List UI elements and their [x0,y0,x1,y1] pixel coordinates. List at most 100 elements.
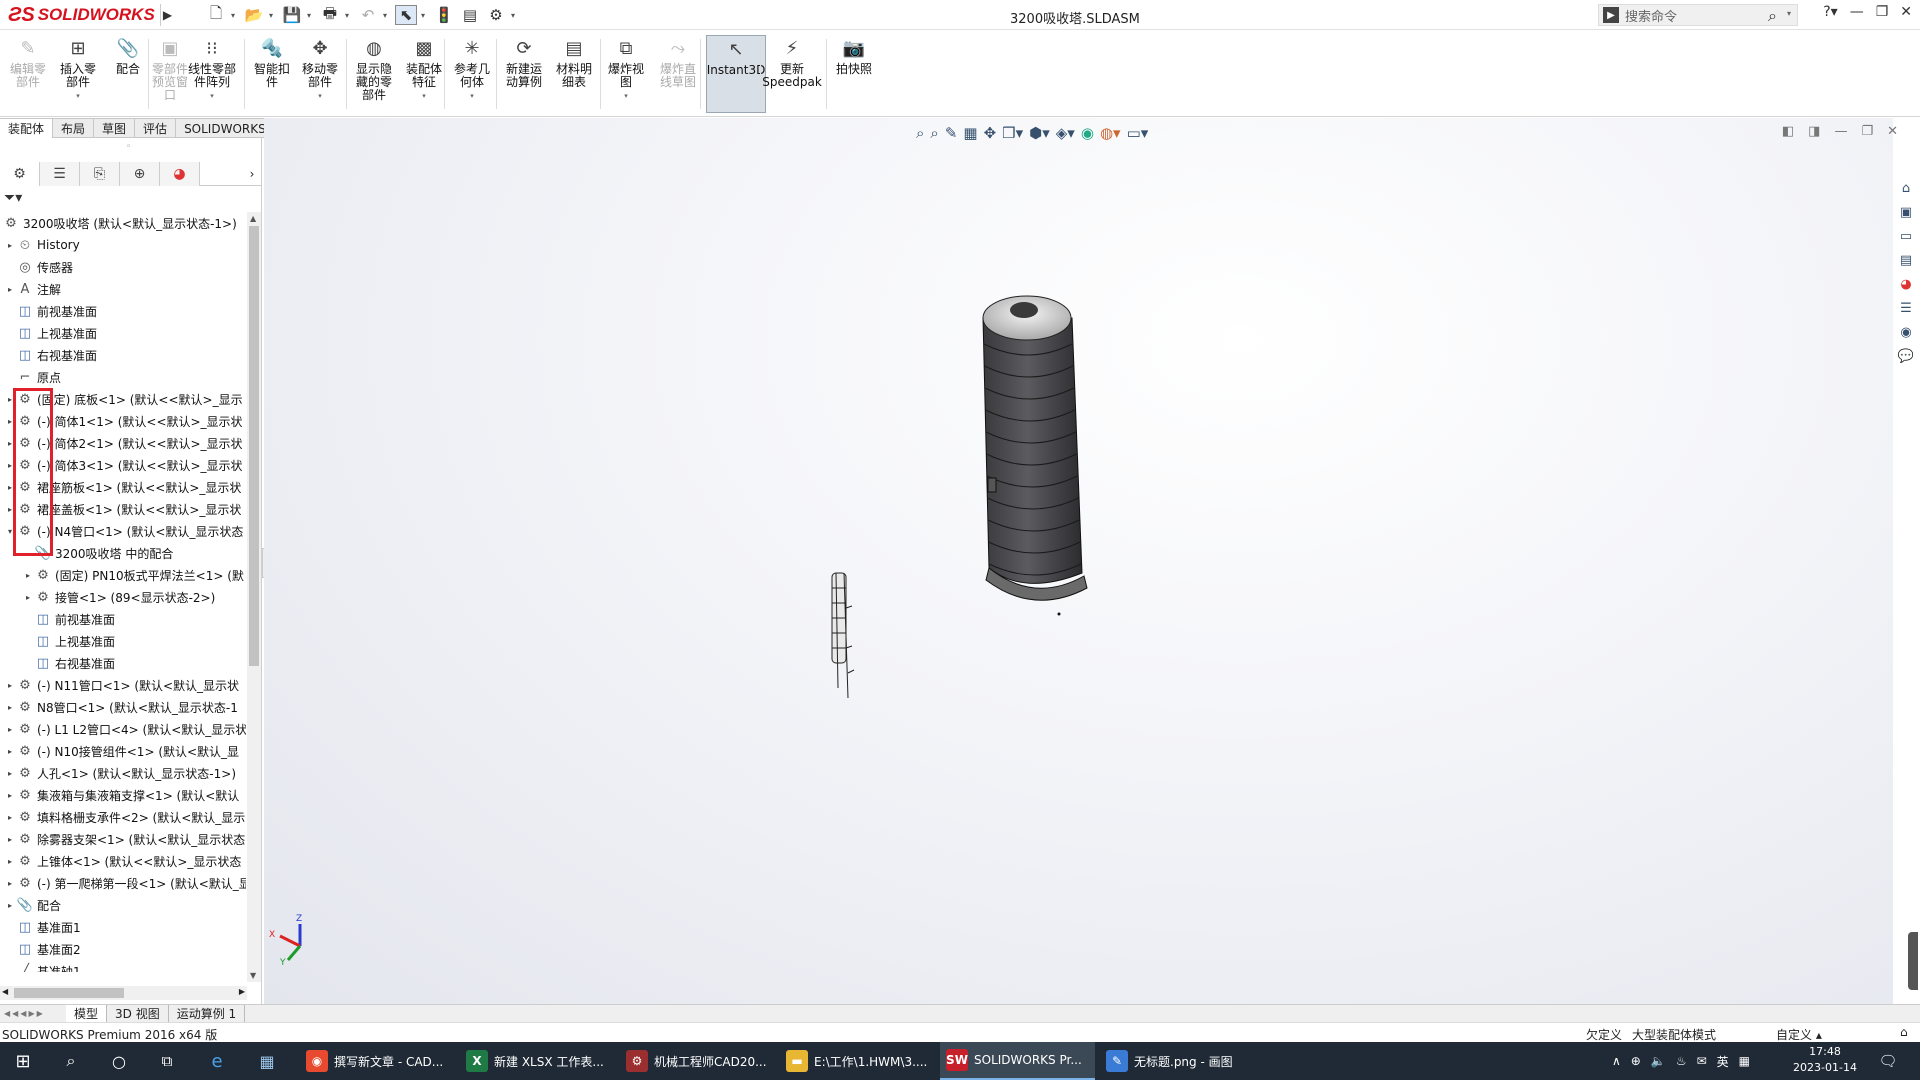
file-explorer-icon[interactable]: ▭ [1895,226,1917,246]
feature-manager-tab-icon[interactable]: ⚙ [0,162,40,186]
appearances-icon[interactable]: ◕ [1895,274,1917,294]
options-gear-icon[interactable]: ⚙ [485,5,507,25]
edge-ie-icon[interactable]: e [202,1042,232,1080]
tree-horizontal-scrollbar[interactable]: ◀ ▶ [0,986,247,1000]
tree-item[interactable]: ▸ ⚙ 上锥体<1> (默认<<默认>_显示状态 [4,850,241,872]
ribbon-button-preview-window[interactable]: ▣ 零部件 预览窗 口 [146,35,194,113]
undo-dropdown-icon[interactable]: ▾ [383,11,391,20]
scroll-left-icon[interactable]: ◀ [2,987,8,996]
apply-scene-icon[interactable]: ◍▾ [1100,124,1121,142]
scroll-right-icon[interactable]: ▶ [239,987,245,996]
menu-expand-arrow[interactable]: ▶ [160,4,174,26]
viewport-minimize-icon[interactable]: — [1834,124,1847,139]
tree-item[interactable]: ◫ 基准面1 [4,916,81,938]
tree-item[interactable]: ◫ 前视基准面 [4,300,97,322]
expand-toggle-icon[interactable]: ▸ [22,571,34,580]
ribbon-button-linear-pattern[interactable]: ⁝⁝ 线性零部 件阵列 ▾ [188,35,236,113]
save-dropdown-icon[interactable]: ▾ [307,11,315,20]
action-center-icon[interactable]: 🗨 [1870,1042,1906,1080]
display-style-icon[interactable]: ⬢▾ [1029,124,1050,142]
tree-item[interactable]: ◫ 上视基准面 [4,322,97,344]
solidworks-logo[interactable]: ƧS SOLIDWORKS [8,3,155,27]
expand-toggle-icon[interactable]: ▸ [4,901,16,910]
cortana-icon[interactable]: ○ [104,1042,134,1080]
tree-item[interactable]: ◫ 上视基准面 [22,630,115,652]
tree-item[interactable]: ▸ ⚙ 人孔<1> (默认<默认_显示状态-1>) [4,762,236,784]
tree-item[interactable]: ▸ ⚙ (-) N10接管组件<1> (默认<默认_显 [4,740,239,762]
ribbon-dropdown-icon[interactable]: ▾ [76,90,80,103]
ladder-model[interactable] [831,572,855,699]
tree-item[interactable]: ▸ ⚙ 集液箱与集液箱支撑<1> (默认<默认 [4,784,239,806]
taskbar-app-folder[interactable]: ▬ E:\工作\1.HWM\3.... [780,1042,935,1080]
dimxpert-tab-icon[interactable]: ⊕ [120,162,160,186]
open-dropdown-icon[interactable]: ▾ [269,11,277,20]
search-input[interactable]: 搜索命令 [1625,6,1677,25]
taskbar-app-chrome[interactable]: ◉ 撰写新文章 - CAD... [300,1042,455,1080]
taskbar-search-icon[interactable]: ⌕ [56,1042,86,1080]
ribbon-button-speedpak[interactable]: ⚡ 更新 Speedpak [762,35,822,113]
ribbon-dropdown-icon[interactable]: ▾ [624,90,628,103]
ime-lang[interactable]: 英 [1717,1053,1729,1070]
help-icon[interactable]: ?▾ [1823,4,1837,20]
tray-app-icon-2[interactable]: ✉ [1697,1054,1707,1068]
ime-mode-icon[interactable]: ▦ [1739,1054,1750,1068]
cmd-tab-2[interactable]: 草图 [94,118,136,138]
ribbon-button-bom[interactable]: ▤ 材料明 细表 [550,35,598,113]
tree-item[interactable]: ⌐ 原点 [4,366,61,388]
display-manager-tab-icon[interactable]: ◕ [160,162,200,186]
section-view-icon[interactable]: ▦ [963,124,977,142]
configuration-manager-tab-icon[interactable]: ⎘ [80,162,120,186]
select-dropdown-icon[interactable]: ▾ [421,11,429,20]
status-notify-icon[interactable]: ⌂ [1900,1025,1908,1039]
more-tabs-arrow-icon[interactable]: › [242,162,262,185]
print-dropdown-icon[interactable]: ▾ [345,11,353,20]
network-icon[interactable]: ⊕ [1631,1054,1641,1068]
solidworks-resources-icon[interactable]: ⌂ [1895,178,1917,198]
bottom-tab-1[interactable]: 3D 视图 [107,1004,169,1023]
scroll-up-icon[interactable]: ▲ [250,214,256,223]
open-icon[interactable]: 📂 [243,5,265,25]
ribbon-button-new-motion-study[interactable]: ⟳ 新建运 动算例 [500,35,548,113]
close-icon[interactable]: ✕ [1900,4,1912,20]
comments-icon[interactable]: 💬 [1895,346,1917,366]
design-library-icon[interactable]: ▣ [1895,202,1917,222]
taskbar-clock[interactable]: 17:48 2023-01-14 [1780,1044,1870,1076]
tree-item[interactable]: ▸ ⚙ (固定) PN10板式平焊法兰<1> (默 [22,564,244,586]
volume-icon[interactable]: 🔈 [1651,1054,1666,1068]
tree-item[interactable]: ╱ 基准轴1 [4,960,81,973]
restore-icon[interactable]: ❐ [1876,4,1889,20]
viewport-tile-right-icon[interactable]: ◨ [1808,124,1820,139]
tree-item[interactable]: ▸ ⚙ 接管<1> (89<显示状态-2>) [22,586,215,608]
custom-properties-icon[interactable]: ☰ [1895,298,1917,318]
options-dropdown-icon[interactable]: ▾ [511,11,519,20]
ribbon-button-smart-fastener[interactable]: 🔩 智能扣 件 [248,35,296,113]
solidworks-forum-icon[interactable]: ◉ [1895,322,1917,342]
rebuild-icon[interactable]: 🚦 [433,5,455,25]
panel-splitter-handle[interactable]: ◦ [126,142,131,152]
expand-toggle-icon[interactable]: ▸ [4,835,16,844]
expand-toggle-icon[interactable]: ▸ [4,241,16,250]
cmd-tab-3[interactable]: 评估 [135,118,177,138]
tree-item[interactable]: ▸ ⏲ History [4,234,80,256]
tray-overflow-icon[interactable]: ∧ [1612,1054,1621,1068]
expand-toggle-icon[interactable]: ▸ [4,285,16,294]
expand-toggle-icon[interactable]: ▸ [4,747,16,756]
cmd-tab-0[interactable]: 装配体 [0,118,54,138]
search-dropdown-icon[interactable]: ▾ [1787,9,1791,18]
expand-toggle-icon[interactable]: ▸ [4,681,16,690]
tree-item[interactable]: ▸ ⚙ N8管口<1> (默认<默认_显示状态-1 [4,696,238,718]
search-commands-box[interactable]: ▶ 搜索命令 ⌕ ▾ [1598,4,1798,26]
taskbar-app-cad[interactable]: ⚙ 机械工程师CAD20... [620,1042,775,1080]
view-settings-icon[interactable]: ▭▾ [1127,124,1149,142]
scroll-thumb[interactable] [249,226,259,666]
dynamic-annotation-icon[interactable]: ✥ [984,124,997,142]
expand-toggle-icon[interactable]: ▸ [4,857,16,866]
taskbar-app-paint[interactable]: ✎ 无标题.png - 画图 [1100,1042,1260,1080]
ribbon-button-explode-line-sketch[interactable]: ⤳ 爆炸直 线草图 [654,35,702,113]
viewport-restore-icon[interactable]: ❐ [1861,124,1873,139]
tree-item[interactable]: ◫ 前视基准面 [22,608,115,630]
tree-item[interactable]: ▸ ⚙ 除雾器支架<1> (默认<默认_显示状态 [4,828,245,850]
expand-toggle-icon[interactable]: ▸ [4,879,16,888]
zoom-to-area-icon[interactable]: ⌕ [930,124,938,142]
print-icon[interactable]: 🖶 [319,4,341,25]
